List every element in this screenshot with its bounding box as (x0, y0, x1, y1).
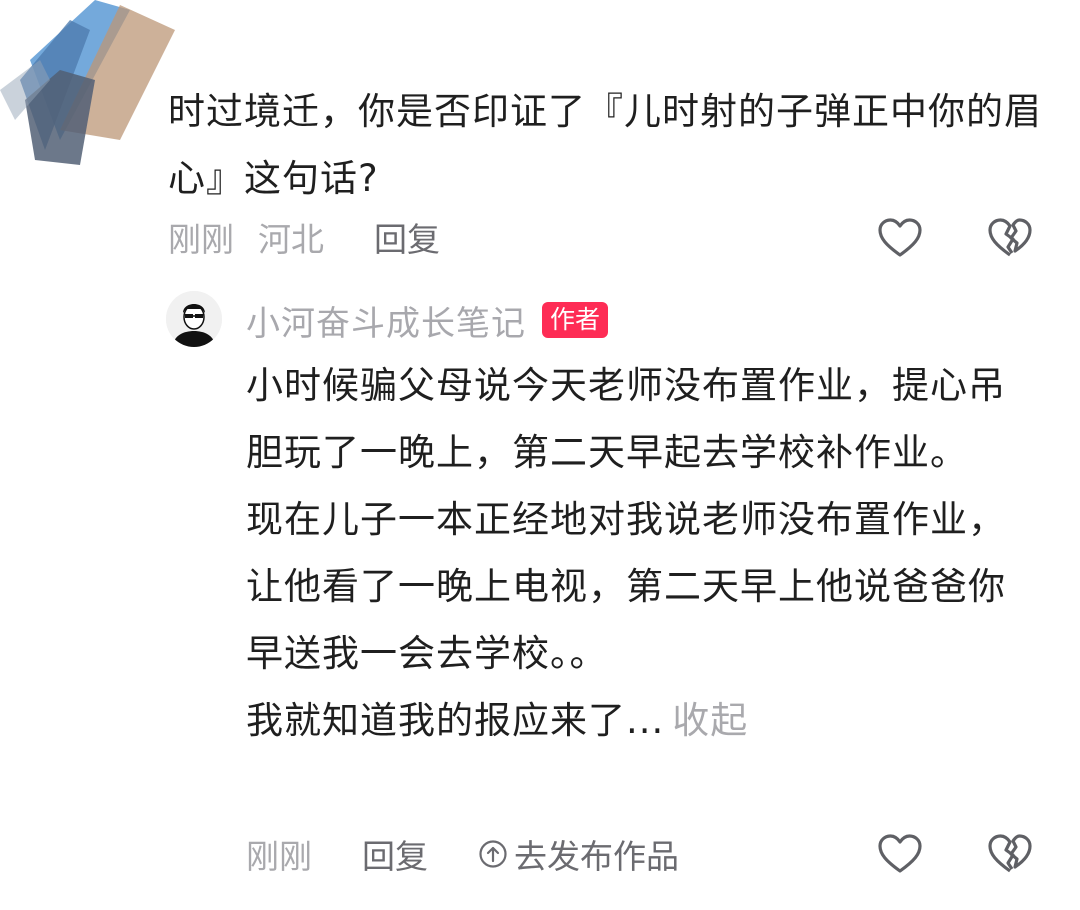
comment-text: 时过境迁，你是否印证了『儿时射的子弹正中你的眉心』这句话? (168, 90, 1042, 200)
publish-work-label: 去发布作品 (514, 837, 679, 876)
author-avatar[interactable] (166, 291, 222, 347)
author-badge: 作者 (542, 302, 609, 338)
reply-last-line-text: 我就知道我的报应来了... (246, 699, 665, 742)
author-username[interactable]: 小河奋斗成长笔记 (246, 296, 526, 345)
publish-work-button[interactable]: 去发布作品 (478, 830, 679, 878)
reply-paragraph: 现在儿子一本正经地对我说老师没布置作业，让他看了一晚上电视，第二天早上他说爸爸你… (246, 498, 1006, 675)
author-avatar-icon (166, 291, 222, 347)
commenter-avatar[interactable] (0, 0, 175, 170)
reply-paragraph: 小时候骗父母说今天老师没布置作业，提心吊胆玩了一晚上，第二天早起去学校补作业。 (246, 364, 1006, 474)
reply-reply-button[interactable]: 回复 (362, 830, 428, 878)
comment-meta: 刚刚 河北 回复 (168, 213, 440, 261)
heart-outline-icon[interactable] (876, 214, 924, 262)
reply-last-line: 我就知道我的报应来了... 收起 (246, 687, 1036, 754)
heart-outline-icon[interactable] (876, 830, 924, 878)
reply-body: 小时候骗父母说今天老师没布置作业，提心吊胆玩了一晚上，第二天早起去学校补作业。 … (246, 352, 1036, 754)
up-arrow-circle-icon (479, 840, 507, 868)
reply-header: 小河奋斗成长笔记 作者 (246, 296, 609, 345)
broken-heart-icon[interactable] (986, 214, 1034, 262)
comment-reply-button[interactable]: 回复 (374, 213, 440, 261)
comment-time: 刚刚 (168, 220, 234, 259)
reply-meta: 刚刚 回复 去发布作品 (246, 830, 679, 878)
collapse-button[interactable]: 收起 (672, 699, 748, 742)
broken-heart-icon[interactable] (986, 830, 1034, 878)
comment-location: 河北 (258, 220, 324, 259)
reply-time: 刚刚 (246, 837, 312, 876)
